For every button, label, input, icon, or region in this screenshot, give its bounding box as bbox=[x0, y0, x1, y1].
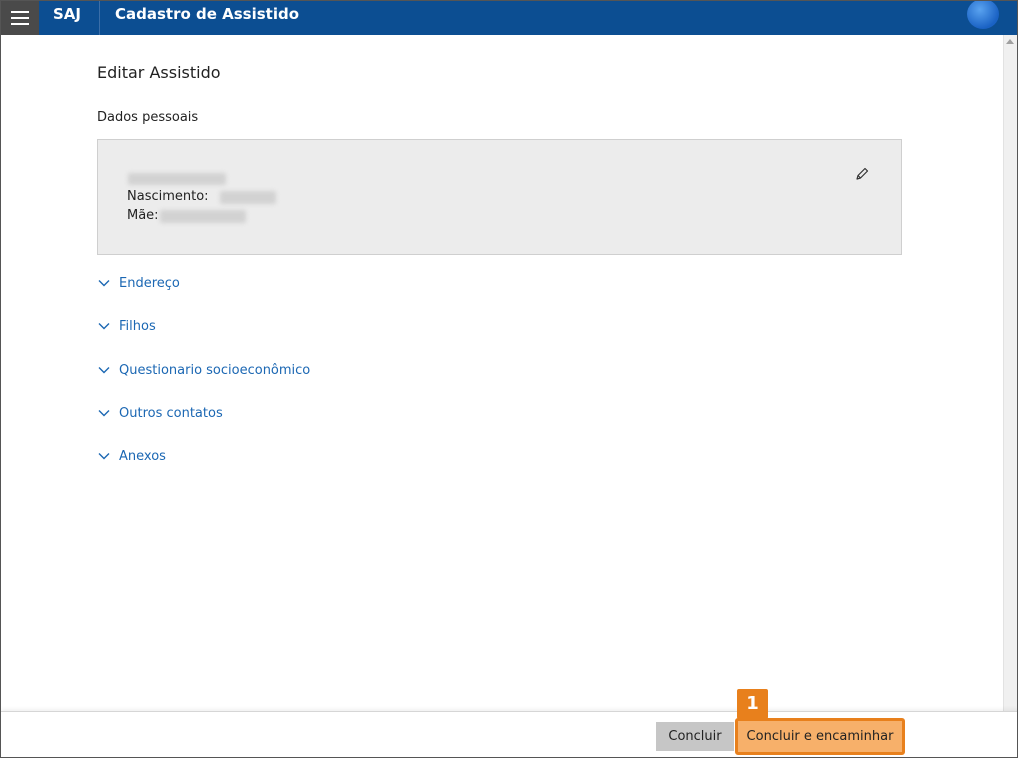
blurred-mother-name bbox=[160, 210, 246, 223]
birth-label: Nascimento: bbox=[127, 189, 209, 204]
chevron-down-icon bbox=[98, 410, 110, 417]
user-avatar[interactable] bbox=[967, 1, 999, 29]
accordion-label: Filhos bbox=[119, 318, 156, 334]
app-title: Cadastro de Assistido bbox=[115, 5, 300, 23]
accordion-label: Outros contatos bbox=[119, 405, 223, 421]
accordion-label: Anexos bbox=[119, 448, 166, 464]
accordion-label: Endereço bbox=[119, 275, 180, 291]
page-title: Editar Assistido bbox=[97, 63, 221, 82]
brand-label[interactable]: SAJ bbox=[53, 1, 81, 35]
scroll-up-arrow-icon[interactable] bbox=[1006, 39, 1014, 44]
blurred-name bbox=[128, 173, 226, 185]
accordion-filhos[interactable]: Filhos bbox=[97, 316, 156, 336]
accordion-anexos[interactable]: Anexos bbox=[97, 446, 166, 466]
concluir-e-encaminhar-button[interactable]: Concluir e encaminhar bbox=[735, 718, 905, 755]
section-title: Dados pessoais bbox=[97, 110, 199, 125]
accordion-questionario[interactable]: Questionario socioeconômico bbox=[97, 360, 310, 380]
personal-data-card: Nascimento: Mãe: bbox=[97, 139, 902, 255]
step-callout-badge: 1 bbox=[737, 689, 768, 719]
chevron-down-icon bbox=[98, 453, 110, 460]
chevron-down-icon bbox=[98, 280, 110, 287]
accordion-label: Questionario socioeconômico bbox=[119, 362, 311, 378]
chevron-down-icon bbox=[98, 367, 110, 374]
concluir-button[interactable]: Concluir bbox=[656, 722, 734, 751]
top-bar: SAJ Cadastro de Assistido bbox=[1, 1, 1017, 35]
mother-label: Mãe: bbox=[127, 208, 159, 223]
accordion-endereco[interactable]: Endereço bbox=[97, 273, 180, 293]
header-divider bbox=[99, 1, 100, 35]
hamburger-icon[interactable] bbox=[1, 1, 39, 35]
chevron-down-icon bbox=[98, 323, 110, 330]
pencil-icon[interactable] bbox=[854, 166, 870, 182]
scrollbar[interactable] bbox=[1003, 35, 1017, 711]
blurred-birth-date bbox=[220, 191, 276, 204]
accordion-outros-contatos[interactable]: Outros contatos bbox=[97, 403, 223, 423]
app-window: SAJ Cadastro de Assistido Editar Assisti… bbox=[0, 0, 1018, 758]
